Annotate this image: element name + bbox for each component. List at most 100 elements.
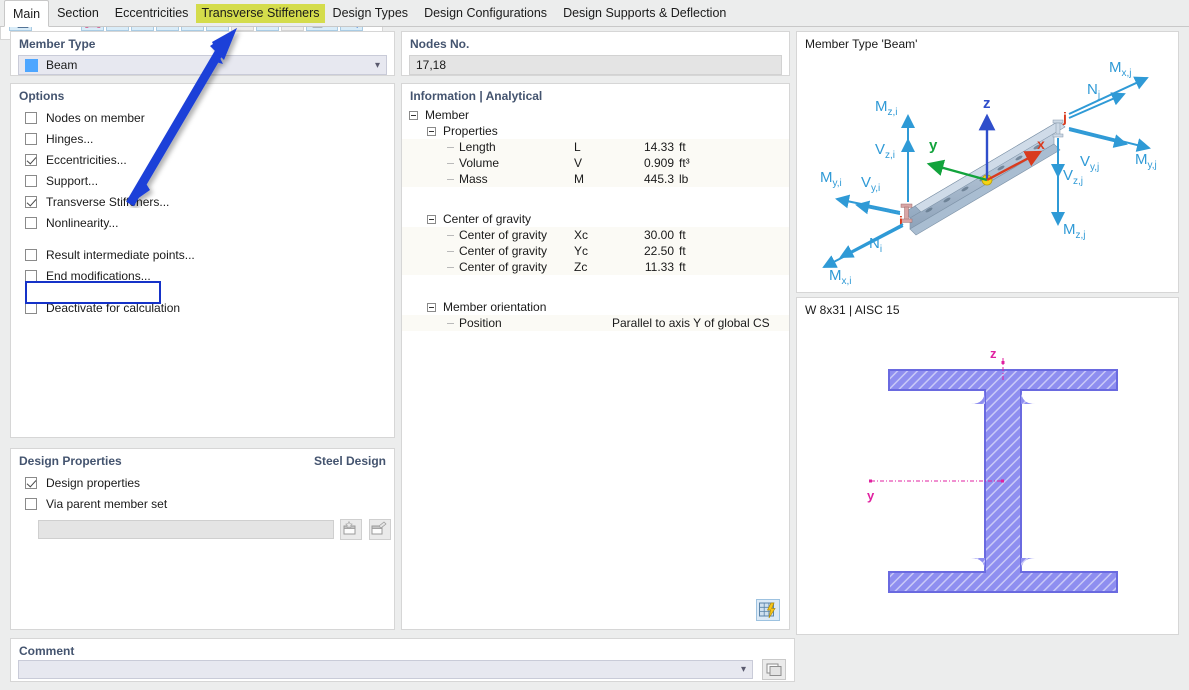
checkbox-icon[interactable] xyxy=(25,497,37,510)
axis-y-marker-left xyxy=(869,479,872,483)
force-label-Mx-j: Mx,j xyxy=(1109,59,1132,79)
tab-design-types[interactable]: Design Types xyxy=(325,0,417,26)
option-nonlinearity[interactable]: Nonlinearity... xyxy=(11,212,394,233)
table-row[interactable]: Volume V 0.909 ft³ xyxy=(402,155,789,171)
chevron-down-icon: ▾ xyxy=(374,59,380,71)
collapse-icon[interactable] xyxy=(427,214,436,224)
option-eccentricities[interactable]: Eccentricities... xyxy=(11,149,394,170)
option-transverse-stiffeners[interactable]: Transverse Stiffeners... xyxy=(11,191,394,212)
option-label: Transverse Stiffeners... xyxy=(46,194,170,209)
comment-panel: Comment ▾ xyxy=(10,638,795,682)
tab-label: Design Configurations xyxy=(424,6,548,20)
force-label-N-j: Nj xyxy=(1087,81,1100,101)
new-item-icon[interactable] xyxy=(340,519,363,540)
checkbox-icon[interactable] xyxy=(25,111,37,124)
table-row[interactable]: Position Parallel to axis Y of global CS xyxy=(402,315,789,331)
option-label: Deactivate for calculation xyxy=(46,300,181,315)
option-label: Nodes on member xyxy=(46,110,145,125)
tree-spacer xyxy=(402,199,789,211)
tree-spacer xyxy=(402,187,789,199)
table-row[interactable]: Center of gravity Zc 11.33 ft xyxy=(402,259,789,275)
nodes-panel: Nodes No. 17,18 xyxy=(401,31,790,76)
table-lightning-icon[interactable] xyxy=(756,599,780,621)
member-type-panel: Member Type Beam ▾ xyxy=(10,31,395,76)
checkbox-checked-icon[interactable] xyxy=(25,476,37,489)
member-dialog: Main Section Eccentricities Transverse S… xyxy=(0,0,1189,690)
force-label-My-j: My,j xyxy=(1135,151,1157,171)
option-label: Via parent member set xyxy=(46,496,168,511)
tab-label: Main xyxy=(13,6,41,21)
tab-main[interactable]: Main xyxy=(4,0,50,27)
option-hinges[interactable]: Hinges... xyxy=(11,128,394,149)
tree-line xyxy=(447,146,454,148)
chevron-down-icon[interactable]: ▾ xyxy=(741,664,746,675)
arrow-Vy-j xyxy=(1068,129,1128,148)
collapse-icon[interactable] xyxy=(427,126,436,136)
checkbox-icon[interactable] xyxy=(25,269,37,282)
table-row[interactable]: Center of gravity Xc 30.00 ft xyxy=(402,227,789,243)
option-label: Support... xyxy=(46,173,99,188)
option-result-intermediate-points[interactable]: Result intermediate points... xyxy=(11,244,394,265)
option-nodes-on-member[interactable]: Nodes on member xyxy=(11,107,394,128)
parent-member-set-input[interactable] xyxy=(38,520,334,539)
tree-line xyxy=(447,250,454,252)
edit-item-icon[interactable] xyxy=(368,519,391,540)
tab-label: Design Supports & Deflection xyxy=(563,6,727,20)
arrow-My-i xyxy=(835,194,901,213)
table-row[interactable]: Center of gravity Yc 22.50 ft xyxy=(402,243,789,259)
option-via-parent-member-set[interactable]: Via parent member set xyxy=(11,493,394,514)
tree-line xyxy=(447,322,454,324)
option-deactivate-for-calculation[interactable]: Deactivate for calculation xyxy=(11,297,394,318)
information-title: Information | Analytical xyxy=(410,89,543,103)
options-spacer xyxy=(11,233,394,244)
option-label: Design properties xyxy=(46,475,141,490)
axis-label-y: y xyxy=(929,137,938,154)
table-row[interactable]: Length L 14.33 ft xyxy=(402,139,789,155)
checkbox-icon[interactable] xyxy=(25,301,37,314)
table-row[interactable]: Mass M 445.3 lb xyxy=(402,171,789,187)
axis-label-x: x xyxy=(1037,136,1045,152)
tree-group-properties[interactable]: Properties xyxy=(402,123,789,139)
tree-group-center-of-gravity[interactable]: Center of gravity xyxy=(402,211,789,227)
node-label-j: j xyxy=(1062,109,1067,125)
tab-section[interactable]: Section xyxy=(49,0,107,26)
member-type-dropdown[interactable]: Beam ▾ xyxy=(18,55,387,75)
force-label-My-i: My,i xyxy=(820,169,842,189)
collapse-icon[interactable] xyxy=(427,302,436,312)
tab-design-supports-deflection[interactable]: Design Supports & Deflection xyxy=(555,0,734,26)
force-label-Mx-i: Mx,i xyxy=(829,267,852,287)
checkbox-checked-icon[interactable] xyxy=(25,153,37,166)
design-properties-panel: Steel Design Design Properties Design pr… xyxy=(10,448,395,630)
option-design-properties[interactable]: Design properties xyxy=(11,472,394,493)
force-label-Mz-j: Mz,j xyxy=(1063,221,1086,241)
option-label: Result intermediate points... xyxy=(46,247,195,262)
options-spacer xyxy=(11,286,394,297)
checkbox-icon[interactable] xyxy=(25,248,37,261)
tab-transverse-stiffeners[interactable]: Transverse Stiffeners xyxy=(196,3,325,23)
section-view-panel: W 8x31 | AISC 15 z y xyxy=(796,297,1179,635)
checkbox-checked-icon[interactable] xyxy=(25,195,37,208)
force-label-Vy-i: Vy,i xyxy=(861,174,880,194)
tab-label: Design Types xyxy=(332,6,409,20)
tab-eccentricities[interactable]: Eccentricities xyxy=(107,0,197,26)
arrow-My-j xyxy=(1068,127,1151,152)
comment-copy-button[interactable] xyxy=(762,659,786,680)
nodes-value-field[interactable]: 17,18 xyxy=(409,55,782,75)
tree-node-member[interactable]: Member xyxy=(402,107,789,123)
tree-line xyxy=(447,162,454,164)
comment-title: Comment xyxy=(19,644,75,658)
comment-input[interactable]: ▾ xyxy=(18,660,753,679)
option-end-modifications[interactable]: End modifications... xyxy=(11,265,394,286)
force-label-Vz-j: Vz,j xyxy=(1063,167,1083,187)
beam-diagram: z y x i j Mz,i Vz,i My,i Vy,i Ni Mx,i Mx… xyxy=(820,59,1157,287)
checkbox-icon[interactable] xyxy=(25,174,37,187)
design-properties-input-row xyxy=(11,519,394,540)
nodes-value: 17,18 xyxy=(416,58,447,72)
tree-group-member-orientation[interactable]: Member orientation xyxy=(402,299,789,315)
option-support[interactable]: Support... xyxy=(11,170,394,191)
checkbox-icon[interactable] xyxy=(25,132,37,145)
tab-design-configurations[interactable]: Design Configurations xyxy=(416,0,555,26)
force-label-Mz-i: Mz,i xyxy=(875,98,898,118)
checkbox-icon[interactable] xyxy=(25,216,37,229)
collapse-icon[interactable] xyxy=(409,110,418,120)
